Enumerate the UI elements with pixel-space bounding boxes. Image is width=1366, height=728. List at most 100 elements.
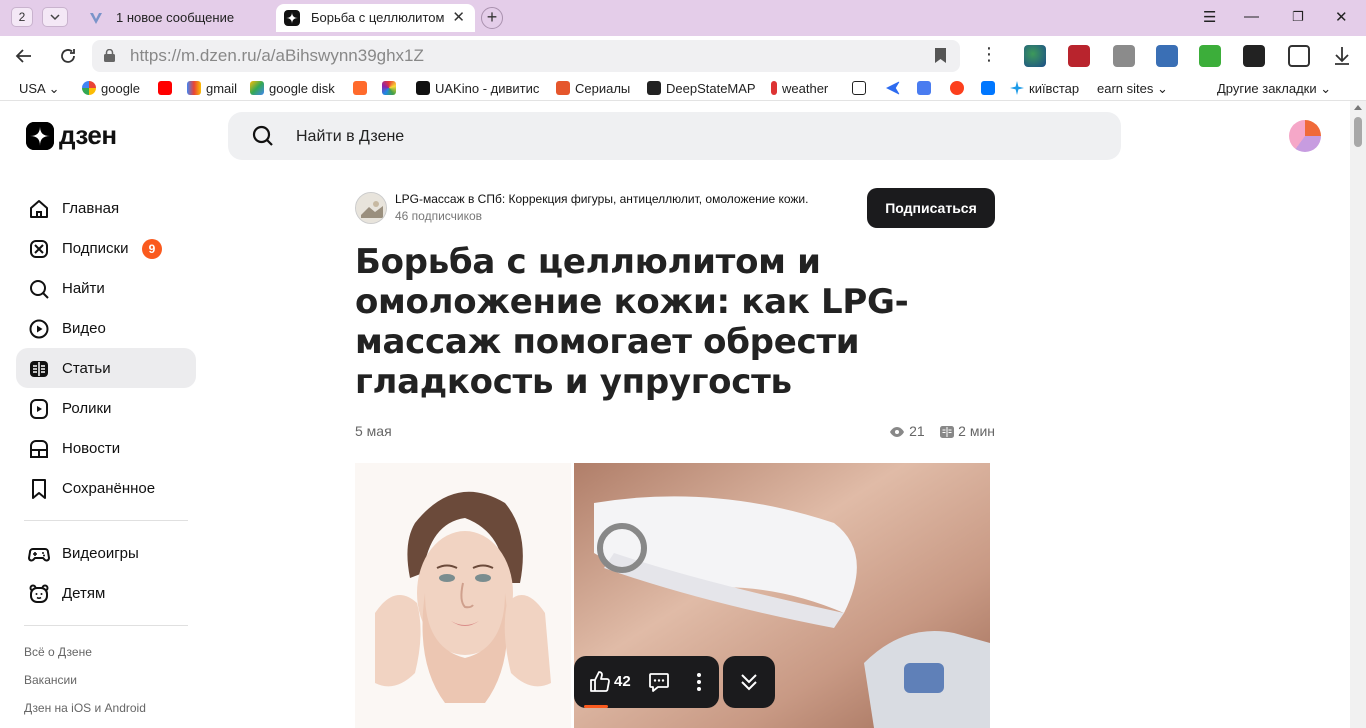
deepstate-icon bbox=[647, 81, 661, 95]
downloads-icon[interactable] bbox=[1333, 46, 1351, 66]
bookmark-yandex[interactable] bbox=[950, 80, 969, 98]
google-icon bbox=[82, 81, 96, 95]
comment-icon[interactable] bbox=[647, 670, 671, 694]
vk-v-icon bbox=[90, 13, 102, 24]
channel-name[interactable]: LPG-массаж в СПб: Коррекция фигуры, анти… bbox=[395, 192, 808, 206]
footer-link-vacancies[interactable]: Вакансии bbox=[24, 666, 196, 694]
bookmark-gmail[interactable]: gmail bbox=[187, 80, 237, 98]
new-tab-button[interactable]: + bbox=[481, 7, 503, 29]
download-arrow-extension-icon[interactable] bbox=[1199, 45, 1221, 67]
scroll-down-button[interactable] bbox=[723, 656, 775, 708]
close-tab-icon[interactable]: ✕ bbox=[452, 4, 465, 32]
url-text: https://m.dzen.ru/a/aBihswynn39ghx1Z bbox=[130, 46, 424, 65]
search-placeholder: Найти в Дзене bbox=[296, 128, 405, 145]
woman-face-illustration bbox=[355, 463, 571, 728]
minimize-icon[interactable]: — bbox=[1244, 8, 1259, 25]
chevron-down-icon bbox=[50, 14, 60, 21]
f-icon bbox=[353, 81, 367, 95]
bookmark-f[interactable] bbox=[353, 80, 372, 98]
calendar-extension-icon[interactable] bbox=[1156, 45, 1178, 67]
reload-icon[interactable] bbox=[59, 47, 77, 65]
logo-text: дзен bbox=[59, 120, 117, 150]
sidebar-item-label: Статьи bbox=[62, 360, 111, 377]
bookmark-google[interactable]: google bbox=[82, 80, 140, 98]
sidebar-item-saved[interactable]: Сохранённое bbox=[16, 468, 196, 508]
tab-title: Борьба с целлюлитом и bbox=[311, 10, 446, 25]
sidebar-item-search[interactable]: Найти bbox=[16, 268, 196, 308]
search-bar[interactable]: Найти в Дзене bbox=[228, 112, 1121, 160]
tab-title: 1 новое сообщение bbox=[116, 10, 235, 25]
sidebar-item-subscriptions[interactable]: Подписки 9 bbox=[16, 228, 196, 268]
kids-icon bbox=[29, 584, 49, 603]
bookmark-vk[interactable] bbox=[981, 80, 1000, 98]
footer-link-about[interactable]: Всё о Дзене bbox=[24, 638, 196, 666]
back-arrow-icon[interactable] bbox=[15, 47, 33, 65]
user-avatar[interactable] bbox=[1289, 120, 1321, 152]
more-options-icon[interactable] bbox=[693, 671, 705, 693]
bookmark-serialy[interactable]: Сериалы bbox=[556, 80, 630, 98]
sidebar-item-news[interactable]: Новости bbox=[16, 428, 196, 468]
views-count: 21 bbox=[909, 423, 925, 439]
gamepad-icon bbox=[28, 548, 50, 562]
sidebar-item-label: Детям bbox=[62, 585, 106, 602]
page-scrollbar[interactable] bbox=[1350, 101, 1366, 728]
page-menu-icon[interactable]: ⋮ bbox=[980, 44, 998, 65]
sidebar-item-label: Ролики bbox=[62, 400, 112, 417]
sidebar-item-video[interactable]: Видео bbox=[16, 308, 196, 348]
reactions-pill: 42 bbox=[574, 656, 719, 708]
bookmark-page-icon[interactable] bbox=[935, 48, 946, 63]
browser-menu-icon[interactable]: ☰ bbox=[1203, 8, 1216, 26]
subscribe-button[interactable]: Подписаться bbox=[867, 188, 995, 228]
google-drive-icon bbox=[250, 81, 264, 95]
like-icon[interactable] bbox=[588, 670, 612, 694]
subscriptions-icon bbox=[30, 240, 48, 258]
sidebar-item-label: Подписки bbox=[62, 240, 129, 257]
uakino-icon bbox=[416, 81, 430, 95]
bookmark-deepstatemap[interactable]: DeepStateMAP bbox=[647, 80, 756, 98]
close-window-icon[interactable]: ✕ bbox=[1335, 8, 1348, 26]
bookmark-youtube[interactable] bbox=[158, 80, 177, 98]
sidebar-item-videogames[interactable]: Видеоигры bbox=[16, 533, 196, 573]
channel-avatar[interactable] bbox=[355, 192, 387, 224]
browser-tab-strip: 2 1 новое сообщение Борьба с целлюлитом … bbox=[0, 0, 1366, 36]
article-stats: 21 2 мин bbox=[889, 423, 995, 439]
gmail-icon bbox=[187, 81, 201, 95]
fr-extension-icon[interactable] bbox=[1024, 45, 1046, 67]
bookmark-other-folder[interactable]: Другие закладки ⌄ bbox=[1217, 80, 1331, 98]
bookmark-weather[interactable]: weather bbox=[771, 80, 828, 98]
tab-article[interactable]: Борьба с целлюлитом и ✕ bbox=[276, 4, 475, 32]
bookmark-usa-folder[interactable]: USA ⌄ bbox=[19, 80, 60, 98]
bookmark-colorful[interactable] bbox=[382, 80, 401, 98]
channel-subscribers: 46 подписчиков bbox=[395, 209, 483, 223]
sidebar-item-articles[interactable]: Статьи bbox=[16, 348, 196, 388]
extension-icon[interactable] bbox=[1243, 45, 1265, 67]
shield-extension-icon[interactable] bbox=[1068, 45, 1090, 67]
sidebar-item-home[interactable]: Главная bbox=[16, 188, 196, 228]
scroll-up-arrow-icon[interactable] bbox=[1354, 105, 1362, 110]
kyivstar-icon bbox=[1010, 81, 1024, 95]
bc-icon bbox=[852, 81, 866, 95]
puzzle-extension-icon[interactable] bbox=[1288, 45, 1310, 67]
sidebar-item-label: Новости bbox=[62, 440, 121, 457]
bookmark-translate[interactable] bbox=[917, 80, 936, 98]
sidebar-item-clips[interactable]: Ролики bbox=[16, 388, 196, 428]
bookmark-uakino[interactable]: UAKino - дивитис bbox=[416, 80, 539, 98]
tab-messages[interactable]: 1 новое сообщение bbox=[80, 4, 270, 32]
sidebar-item-kids[interactable]: Детям bbox=[16, 573, 196, 613]
tab-counter[interactable]: 2 bbox=[11, 7, 33, 27]
footer-link-apps[interactable]: Дзен на iOS и Android bbox=[24, 694, 196, 722]
briefcase-extension-icon[interactable] bbox=[1113, 45, 1135, 67]
video-icon bbox=[29, 319, 49, 339]
address-bar[interactable]: https://m.dzen.ru/a/aBihswynn39ghx1Z bbox=[92, 40, 960, 72]
clips-icon bbox=[30, 399, 48, 419]
bookmark-earn-sites-folder[interactable]: earn sites ⌄ bbox=[1097, 80, 1168, 98]
youtube-icon bbox=[158, 81, 172, 95]
restore-icon[interactable]: ❐ bbox=[1292, 9, 1304, 25]
bookmark-bc[interactable] bbox=[852, 80, 871, 98]
bookmark-google-disk[interactable]: google disk bbox=[250, 80, 335, 98]
sidebar-item-label: Сохранённое bbox=[62, 480, 156, 497]
bookmark-arrow[interactable] bbox=[886, 80, 905, 98]
bookmark-kyivstar[interactable]: київстар bbox=[1010, 80, 1079, 98]
tab-list-button[interactable] bbox=[42, 7, 68, 27]
scrollbar-thumb[interactable] bbox=[1354, 117, 1362, 147]
